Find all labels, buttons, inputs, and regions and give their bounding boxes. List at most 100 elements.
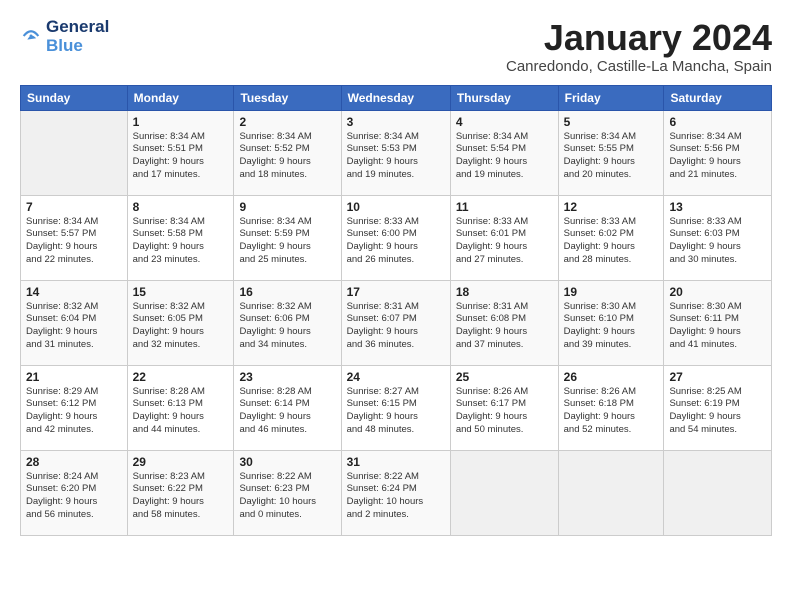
- day-info: Sunrise: 8:34 AM Sunset: 5:53 PM Dayligh…: [347, 131, 445, 182]
- weekday-header: Saturday: [664, 85, 772, 110]
- day-number: 29: [133, 455, 229, 469]
- calendar-cell: [21, 110, 128, 195]
- day-number: 5: [564, 115, 659, 129]
- calendar-cell: 17 Sunrise: 8:31 AM Sunset: 6:07 PM Dayli…: [341, 280, 450, 365]
- month-title: January 2024: [506, 18, 772, 58]
- day-info: Sunrise: 8:31 AM Sunset: 6:08 PM Dayligh…: [456, 301, 553, 352]
- weekday-header: Tuesday: [234, 85, 341, 110]
- weekday-header: Monday: [127, 85, 234, 110]
- day-info: Sunrise: 8:24 AM Sunset: 6:20 PM Dayligh…: [26, 471, 122, 522]
- day-number: 31: [347, 455, 445, 469]
- calendar-cell: 31 Sunrise: 8:22 AM Sunset: 6:24 PM Dayli…: [341, 450, 450, 535]
- logo-icon: [20, 25, 42, 47]
- calendar-cell: 26 Sunrise: 8:26 AM Sunset: 6:18 PM Dayli…: [558, 365, 664, 450]
- logo: General Blue: [20, 18, 109, 55]
- page: General Blue January 2024 Canredondo, Ca…: [0, 0, 792, 546]
- calendar-week-row: 14 Sunrise: 8:32 AM Sunset: 6:04 PM Dayli…: [21, 280, 772, 365]
- day-info: Sunrise: 8:32 AM Sunset: 6:05 PM Dayligh…: [133, 301, 229, 352]
- day-number: 26: [564, 370, 659, 384]
- calendar-cell: 16Sunrise: 8:32 AM Sunset: 6:06 PM Dayli…: [234, 280, 341, 365]
- day-number: 25: [456, 370, 553, 384]
- calendar-week-row: 21 Sunrise: 8:29 AM Sunset: 6:12 PM Dayli…: [21, 365, 772, 450]
- calendar-cell: 3 Sunrise: 8:34 AM Sunset: 5:53 PM Daylig…: [341, 110, 450, 195]
- day-number: 11: [456, 200, 553, 214]
- weekday-header: Friday: [558, 85, 664, 110]
- calendar-cell: [450, 450, 558, 535]
- day-info: Sunrise: 8:33 AM Sunset: 6:03 PM Dayligh…: [669, 216, 766, 267]
- calendar-header: SundayMondayTuesdayWednesdayThursdayFrid…: [21, 85, 772, 110]
- weekday-header: Thursday: [450, 85, 558, 110]
- day-info: Sunrise: 8:22 AM Sunset: 6:23 PM Dayligh…: [239, 471, 335, 522]
- day-number: 3: [347, 115, 445, 129]
- calendar-cell: 22Sunrise: 8:28 AM Sunset: 6:13 PM Dayli…: [127, 365, 234, 450]
- calendar-cell: 20 Sunrise: 8:30 AM Sunset: 6:11 PM Dayli…: [664, 280, 772, 365]
- day-info: Sunrise: 8:33 AM Sunset: 6:00 PM Dayligh…: [347, 216, 445, 267]
- calendar-cell: 30 Sunrise: 8:22 AM Sunset: 6:23 PM Dayli…: [234, 450, 341, 535]
- day-number: 4: [456, 115, 553, 129]
- title-block: January 2024 Canredondo, Castille-La Man…: [506, 18, 772, 75]
- calendar-cell: 9Sunrise: 8:34 AM Sunset: 5:59 PM Daylig…: [234, 195, 341, 280]
- day-info: Sunrise: 8:34 AM Sunset: 5:56 PM Dayligh…: [669, 131, 766, 182]
- day-info: Sunrise: 8:30 AM Sunset: 6:10 PM Dayligh…: [564, 301, 659, 352]
- day-number: 20: [669, 285, 766, 299]
- day-number: 7: [26, 200, 122, 214]
- calendar-cell: 25Sunrise: 8:26 AM Sunset: 6:17 PM Dayli…: [450, 365, 558, 450]
- calendar-cell: 7Sunrise: 8:34 AM Sunset: 5:57 PM Daylig…: [21, 195, 128, 280]
- calendar-week-row: 1 Sunrise: 8:34 AM Sunset: 5:51 PM Daylig…: [21, 110, 772, 195]
- day-info: Sunrise: 8:26 AM Sunset: 6:18 PM Dayligh…: [564, 386, 659, 437]
- day-info: Sunrise: 8:34 AM Sunset: 5:52 PM Dayligh…: [239, 131, 335, 182]
- calendar-cell: 8Sunrise: 8:34 AM Sunset: 5:58 PM Daylig…: [127, 195, 234, 280]
- calendar-cell: 27 Sunrise: 8:25 AM Sunset: 6:19 PM Dayli…: [664, 365, 772, 450]
- day-number: 8: [133, 200, 229, 214]
- day-number: 10: [347, 200, 445, 214]
- day-number: 1: [133, 115, 229, 129]
- day-number: 30: [239, 455, 335, 469]
- calendar-cell: [558, 450, 664, 535]
- day-number: 28: [26, 455, 122, 469]
- day-number: 21: [26, 370, 122, 384]
- day-info: Sunrise: 8:27 AM Sunset: 6:15 PM Dayligh…: [347, 386, 445, 437]
- day-info: Sunrise: 8:34 AM Sunset: 5:55 PM Dayligh…: [564, 131, 659, 182]
- day-number: 27: [669, 370, 766, 384]
- day-number: 17: [347, 285, 445, 299]
- day-number: 2: [239, 115, 335, 129]
- day-info: Sunrise: 8:33 AM Sunset: 6:02 PM Dayligh…: [564, 216, 659, 267]
- day-number: 23: [239, 370, 335, 384]
- calendar-cell: 11 Sunrise: 8:33 AM Sunset: 6:01 PM Dayli…: [450, 195, 558, 280]
- calendar-cell: 24 Sunrise: 8:27 AM Sunset: 6:15 PM Dayli…: [341, 365, 450, 450]
- day-info: Sunrise: 8:30 AM Sunset: 6:11 PM Dayligh…: [669, 301, 766, 352]
- calendar-cell: 13 Sunrise: 8:33 AM Sunset: 6:03 PM Dayli…: [664, 195, 772, 280]
- calendar-body: 1 Sunrise: 8:34 AM Sunset: 5:51 PM Daylig…: [21, 110, 772, 535]
- day-number: 13: [669, 200, 766, 214]
- day-info: Sunrise: 8:22 AM Sunset: 6:24 PM Dayligh…: [347, 471, 445, 522]
- calendar-cell: 21 Sunrise: 8:29 AM Sunset: 6:12 PM Dayli…: [21, 365, 128, 450]
- day-number: 22: [133, 370, 229, 384]
- day-info: Sunrise: 8:34 AM Sunset: 5:51 PM Dayligh…: [133, 131, 229, 182]
- day-info: Sunrise: 8:33 AM Sunset: 6:01 PM Dayligh…: [456, 216, 553, 267]
- calendar-cell: 29Sunrise: 8:23 AM Sunset: 6:22 PM Dayli…: [127, 450, 234, 535]
- day-number: 19: [564, 285, 659, 299]
- day-number: 14: [26, 285, 122, 299]
- calendar-cell: 6Sunrise: 8:34 AM Sunset: 5:56 PM Daylig…: [664, 110, 772, 195]
- day-info: Sunrise: 8:28 AM Sunset: 6:14 PM Dayligh…: [239, 386, 335, 437]
- header: General Blue January 2024 Canredondo, Ca…: [20, 18, 772, 75]
- calendar-cell: 23 Sunrise: 8:28 AM Sunset: 6:14 PM Dayli…: [234, 365, 341, 450]
- day-number: 12: [564, 200, 659, 214]
- location-subtitle: Canredondo, Castille-La Mancha, Spain: [506, 58, 772, 75]
- weekday-header: Sunday: [21, 85, 128, 110]
- calendar-cell: 1 Sunrise: 8:34 AM Sunset: 5:51 PM Daylig…: [127, 110, 234, 195]
- calendar-cell: 2 Sunrise: 8:34 AM Sunset: 5:52 PM Daylig…: [234, 110, 341, 195]
- day-number: 24: [347, 370, 445, 384]
- day-info: Sunrise: 8:25 AM Sunset: 6:19 PM Dayligh…: [669, 386, 766, 437]
- day-info: Sunrise: 8:31 AM Sunset: 6:07 PM Dayligh…: [347, 301, 445, 352]
- calendar-week-row: 7Sunrise: 8:34 AM Sunset: 5:57 PM Daylig…: [21, 195, 772, 280]
- day-info: Sunrise: 8:32 AM Sunset: 6:06 PM Dayligh…: [239, 301, 335, 352]
- day-number: 15: [133, 285, 229, 299]
- calendar-cell: 14 Sunrise: 8:32 AM Sunset: 6:04 PM Dayli…: [21, 280, 128, 365]
- calendar-cell: 10 Sunrise: 8:33 AM Sunset: 6:00 PM Dayli…: [341, 195, 450, 280]
- day-info: Sunrise: 8:32 AM Sunset: 6:04 PM Dayligh…: [26, 301, 122, 352]
- day-info: Sunrise: 8:29 AM Sunset: 6:12 PM Dayligh…: [26, 386, 122, 437]
- calendar-cell: [664, 450, 772, 535]
- day-number: 18: [456, 285, 553, 299]
- calendar-cell: 15 Sunrise: 8:32 AM Sunset: 6:05 PM Dayli…: [127, 280, 234, 365]
